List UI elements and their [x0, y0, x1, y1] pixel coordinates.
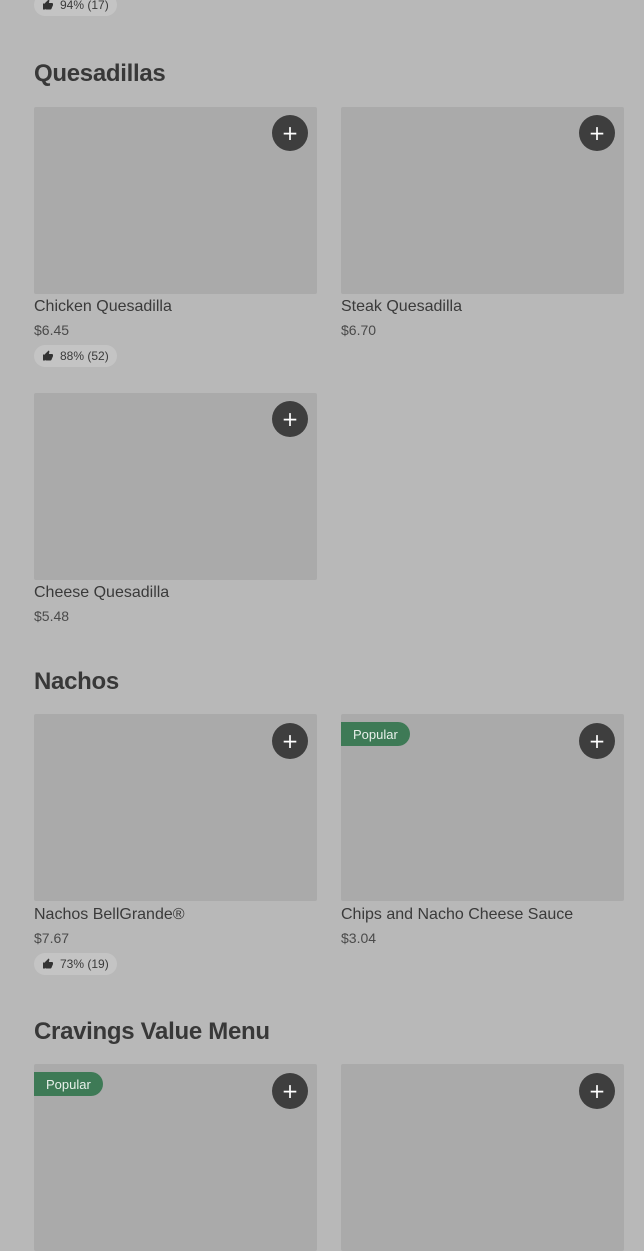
thumbs-up-icon — [43, 0, 53, 10]
add-to-cart-button[interactable]: + — [579, 115, 615, 151]
item-price: $6.45 — [34, 322, 70, 338]
add-to-cart-button[interactable]: + — [272, 1073, 308, 1109]
add-to-cart-button[interactable]: + — [579, 1073, 615, 1109]
popular-badge: Popular — [34, 1072, 103, 1096]
item-price: $7.67 — [34, 930, 70, 946]
section-title-cravings-value-menu: Cravings Value Menu — [34, 1018, 270, 1045]
thumbs-up-icon — [43, 350, 53, 361]
plus-icon: + — [281, 407, 299, 431]
popular-badge: Popular — [341, 722, 410, 746]
section-title-nachos: Nachos — [34, 668, 119, 695]
item-name: Steak Quesadilla — [341, 298, 462, 315]
item-name: Chips and Nacho Cheese Sauce — [341, 906, 574, 923]
add-to-cart-button[interactable]: + — [272, 723, 308, 759]
add-to-cart-button[interactable]: + — [579, 723, 615, 759]
plus-icon: + — [281, 121, 299, 145]
item-name: Chicken Quesadilla — [34, 298, 172, 315]
add-to-cart-button[interactable]: + — [272, 401, 308, 437]
add-to-cart-button[interactable]: + — [272, 115, 308, 151]
item-price: $5.48 — [34, 608, 70, 624]
item-price: $6.70 — [341, 322, 377, 338]
rating-text: 94% (17) — [60, 0, 109, 12]
rating-pill: 88% (52) — [34, 345, 117, 367]
item-name: Cheese Quesadilla — [34, 584, 170, 601]
item-price: $3.04 — [341, 930, 377, 946]
plus-icon: + — [588, 1079, 606, 1103]
rating-text: 88% (52) — [60, 349, 109, 363]
plus-icon: + — [281, 729, 299, 753]
section-title-quesadillas: Quesadillas — [34, 60, 166, 87]
rating-pill: 73% (19) — [34, 953, 117, 975]
rating-pill: 94% (17) — [34, 0, 117, 16]
item-name: Nachos BellGrande® — [34, 906, 185, 923]
plus-icon: + — [588, 729, 606, 753]
rating-text: 73% (19) — [60, 957, 109, 971]
plus-icon: + — [588, 121, 606, 145]
thumbs-up-icon — [43, 958, 53, 969]
plus-icon: + — [281, 1079, 299, 1103]
